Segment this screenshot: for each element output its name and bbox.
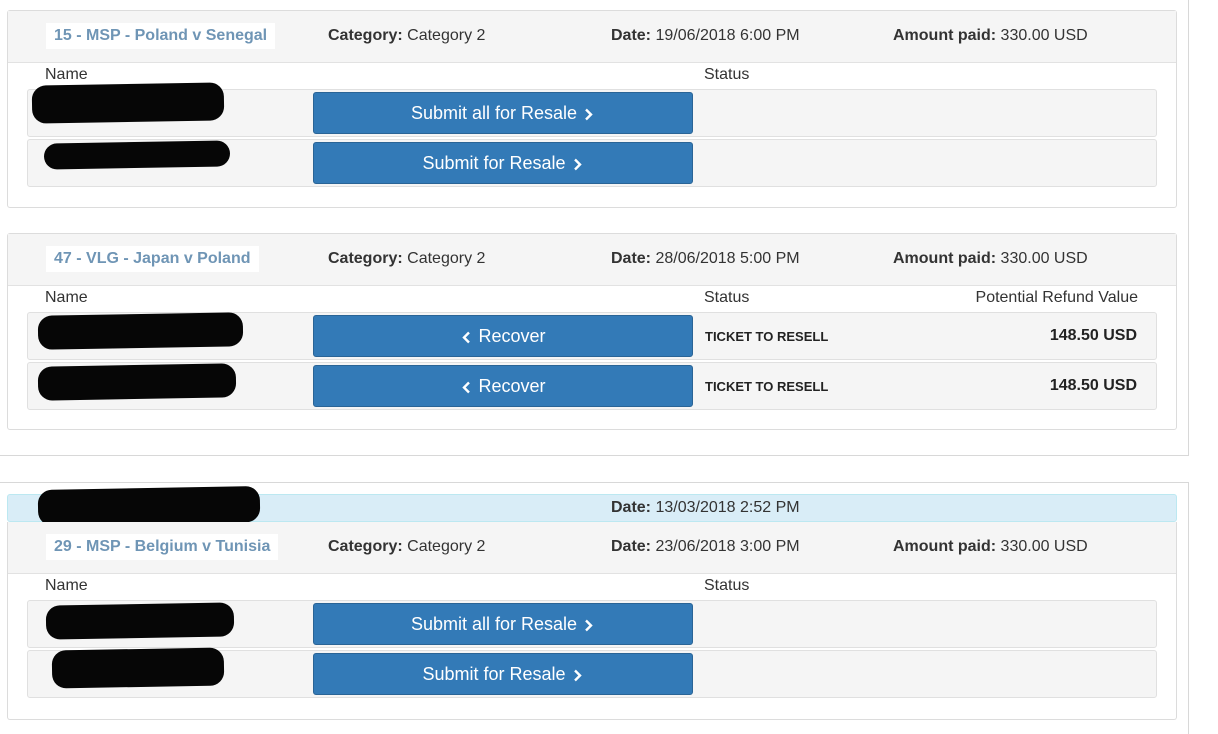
ticket-status: TICKET TO RESELL: [705, 379, 829, 394]
match-title[interactable]: 29 - MSP - Belgium v Tunisia: [46, 534, 279, 560]
match-title[interactable]: 47 - VLG - Japan v Poland: [46, 246, 259, 272]
column-status-header: Status: [704, 66, 750, 83]
category-label: Category:: [328, 27, 403, 44]
redacted-name: [51, 647, 225, 689]
ticket-row: Submit for Resale: [27, 647, 1157, 698]
amount-label: Amount paid:: [893, 250, 997, 267]
amount-meta: Amount paid: 330.00 USD: [893, 538, 1088, 556]
category-value: Category 2: [407, 250, 486, 267]
chevron-right-icon: [585, 108, 593, 121]
submit-resale-button[interactable]: Submit for Resale: [313, 653, 693, 695]
date-label: Date:: [611, 538, 652, 555]
match-header: 47 - VLG - Japan v Poland Category: Cate…: [8, 234, 1176, 286]
date-value: 23/06/2018 3:00 PM: [655, 538, 800, 555]
amount-value: 330.00 USD: [1000, 538, 1088, 555]
chevron-right-icon: [573, 158, 582, 171]
date-meta: Date: 19/06/2018 6:00 PM: [611, 27, 800, 45]
button-label: Submit all for Resale: [410, 614, 578, 634]
chevron-right-icon: [585, 619, 593, 632]
category-meta: Category: Category 2: [328, 538, 485, 556]
chevron-left-icon: [462, 381, 471, 394]
ticket-row: Recover TICKET TO RESELL 148.50 USD: [27, 312, 1157, 360]
match-panel-belgium-tunisia: 29 - MSP - Belgium v Tunisia Category: C…: [7, 522, 1177, 720]
button-label: Submit for Resale: [422, 664, 566, 684]
redacted-name: [31, 82, 225, 124]
date-label: Date:: [611, 250, 652, 267]
amount-value: 330.00 USD: [1000, 250, 1088, 267]
date-meta: Date: 23/06/2018 3:00 PM: [611, 538, 800, 556]
category-label: Category:: [328, 538, 403, 555]
category-meta: Category: Category 2: [328, 27, 485, 45]
amount-value: 330.00 USD: [1000, 27, 1088, 44]
amount-meta: Amount paid: 330.00 USD: [893, 250, 1088, 268]
order-1: 15 - MSP - Poland v Senegal Category: Ca…: [0, 0, 1189, 456]
column-name-header: Name: [45, 577, 88, 594]
amount-label: Amount paid:: [893, 538, 997, 555]
date-value: 19/06/2018 6:00 PM: [655, 27, 800, 44]
column-name-header: Name: [45, 66, 88, 83]
refund-value: 148.50 USD: [1049, 377, 1137, 394]
category-value: Category 2: [407, 27, 486, 44]
ticket-row: Submit all for Resale: [27, 82, 1157, 137]
amount-meta: Amount paid: 330.00 USD: [893, 27, 1088, 45]
redacted-name: [45, 602, 235, 640]
chevron-left-icon: [462, 331, 471, 344]
ticket-row: Submit all for Resale: [27, 600, 1157, 648]
button-label: Submit all for Resale: [410, 103, 578, 123]
match-header: 15 - MSP - Poland v Senegal Category: Ca…: [8, 11, 1176, 63]
match-panel-japan-poland: 47 - VLG - Japan v Poland Category: Cate…: [7, 233, 1177, 430]
order-date-meta: Date: 13/03/2018 2:52 PM: [611, 499, 800, 517]
button-label: Recover: [478, 326, 546, 346]
category-label: Category:: [328, 250, 403, 267]
amount-label: Amount paid:: [893, 27, 997, 44]
submit-resale-button[interactable]: Submit for Resale: [313, 142, 693, 184]
recover-button[interactable]: Recover: [313, 365, 693, 407]
category-value: Category 2: [407, 538, 486, 555]
ticket-row: Submit for Resale: [27, 139, 1157, 187]
recover-button[interactable]: Recover: [313, 315, 693, 357]
resale-page: 15 - MSP - Poland v Senegal Category: Ca…: [0, 0, 1218, 734]
redacted-name: [43, 140, 231, 170]
submit-all-resale-button[interactable]: Submit all for Resale: [313, 603, 693, 645]
redacted-name: [37, 363, 237, 401]
date-label: Date:: [611, 27, 652, 44]
match-header: 29 - MSP - Belgium v Tunisia Category: C…: [8, 522, 1176, 574]
column-name-header: Name: [45, 289, 88, 306]
category-meta: Category: Category 2: [328, 250, 485, 268]
match-title[interactable]: 15 - MSP - Poland v Senegal: [46, 23, 276, 49]
date-value: 28/06/2018 5:00 PM: [655, 250, 800, 267]
column-status-header: Status: [704, 289, 750, 306]
ticket-status: TICKET TO RESELL: [705, 329, 829, 344]
order-date-bar: Date: 13/03/2018 2:52 PM: [7, 486, 1177, 526]
column-refund-header: Potential Refund Value: [975, 289, 1138, 306]
redacted-name: [37, 312, 244, 350]
submit-all-resale-button[interactable]: Submit all for Resale: [313, 92, 693, 134]
redacted-name: [37, 486, 261, 526]
date-value: 13/03/2018 2:52 PM: [655, 499, 800, 516]
column-status-header: Status: [704, 577, 750, 594]
chevron-right-icon: [573, 669, 582, 682]
button-label: Recover: [478, 376, 546, 396]
refund-value: 148.50 USD: [1049, 327, 1137, 344]
match-panel-poland-senegal: 15 - MSP - Poland v Senegal Category: Ca…: [7, 10, 1177, 208]
date-label: Date:: [611, 499, 652, 516]
ticket-row: Recover TICKET TO RESELL 148.50 USD: [27, 362, 1157, 410]
date-meta: Date: 28/06/2018 5:00 PM: [611, 250, 800, 268]
button-label: Submit for Resale: [422, 153, 566, 173]
